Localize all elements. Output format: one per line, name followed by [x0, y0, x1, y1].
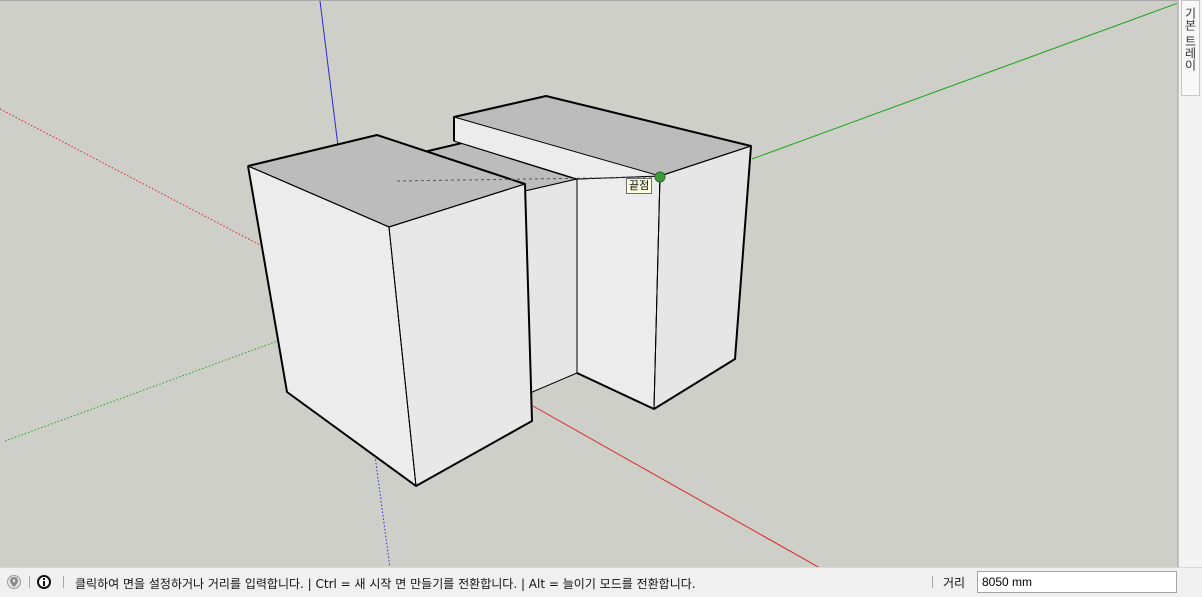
- red-axis-positive: [532, 405, 820, 567]
- red-axis-negative: [0, 108, 263, 247]
- left-block[interactable]: [247, 134, 533, 487]
- status-separator: [63, 576, 64, 588]
- endpoint-marker: [654, 171, 666, 183]
- status-bar: 클릭하여 면을 설정하거나 거리를 입력합니다. | Ctrl = 새 시작 면…: [0, 567, 1202, 597]
- endpoint-tooltip: 끝점: [626, 178, 653, 194]
- status-separator: [932, 576, 933, 588]
- default-tray-tab[interactable]: 기본 트레이: [1181, 0, 1200, 96]
- info-glyph: [43, 578, 45, 586]
- green-axis-positive: [751, 2, 1177, 160]
- default-tray-tab-label: 기본 트레이: [1183, 7, 1197, 71]
- model-viewport[interactable]: 끝점: [0, 0, 1178, 567]
- status-message: 클릭하여 면을 설정하거나 거리를 입력합니다. | Ctrl = 새 시작 면…: [75, 577, 696, 591]
- measurement-label: 거리: [943, 576, 966, 590]
- measurement-input[interactable]: [977, 571, 1177, 593]
- status-separator: [29, 576, 30, 588]
- location-pin-icon[interactable]: [7, 575, 21, 589]
- default-tray-panel: 기본 트레이: [1178, 0, 1202, 567]
- location-pin-glyph: [10, 577, 18, 587]
- info-icon[interactable]: [37, 575, 51, 589]
- green-axis-negative: [4, 338, 284, 442]
- blue-axis-negative: [374, 455, 391, 567]
- blue-axis-positive: [319, 1, 339, 147]
- scene-canvas[interactable]: [0, 1, 1178, 567]
